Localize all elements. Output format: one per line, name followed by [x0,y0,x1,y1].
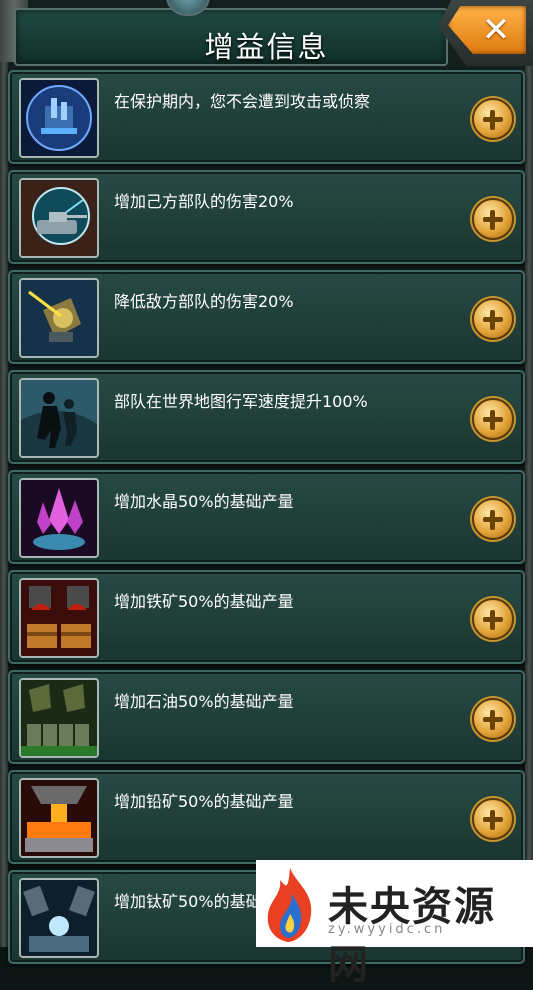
buff-description: 增加铁矿50%的基础产量 [114,592,294,611]
oil-barrels-icon [19,678,99,758]
turret-laser-icon [19,278,99,358]
crystal-icon [19,478,99,558]
buff-row: 在保护期内，您不会遭到攻击或侦察 [8,70,525,164]
add-buff-button[interactable] [472,398,514,440]
buff-row: 降低敌方部队的伤害20% [8,270,525,364]
add-buff-button[interactable] [472,698,514,740]
buff-description: 部队在世界地图行军速度提升100% [114,392,368,411]
buff-row: 增加铅矿50%的基础产量 [8,770,525,864]
add-buff-button[interactable] [472,598,514,640]
add-buff-button[interactable] [472,498,514,540]
titanium-ore-icon [19,878,99,958]
flame-logo-icon [267,868,312,942]
add-buff-button[interactable] [472,298,514,340]
watermark: 未央资源网 zy.wyyidc.cn [256,860,533,988]
left-rail [0,60,8,947]
add-buff-button[interactable] [472,198,514,240]
buff-row: 增加水晶50%的基础产量 [8,470,525,564]
close-icon[interactable]: ✕ [466,8,526,52]
buff-description: 增加石油50%的基础产量 [114,692,294,711]
buff-row: 增加石油50%的基础产量 [8,670,525,764]
buff-description: 增加铅矿50%的基础产量 [114,792,294,811]
buff-description: 增加水晶50%的基础产量 [114,492,294,511]
header-bar: 增益信息 ✕ [0,0,533,68]
buff-row: 增加己方部队的伤害20% [8,170,525,264]
buff-row: 增加铁矿50%的基础产量 [8,570,525,664]
running-soldiers-icon [19,378,99,458]
buff-description: 增加己方部队的伤害20% [114,192,294,211]
tank-radar-icon [19,178,99,258]
shield-base-icon [19,78,99,158]
add-buff-button[interactable] [472,98,514,140]
iron-ore-icon [19,578,99,658]
buff-description: 在保护期内，您不会遭到攻击或侦察 [114,92,371,111]
watermark-url: zy.wyyidc.cn [328,922,446,937]
add-buff-button[interactable] [472,798,514,840]
popup-frame: 增益信息 ✕ 在保护期内，您不会遭到攻击或侦察 增加己方部队的伤害20% 降低敌… [0,0,533,988]
right-rail [525,60,533,947]
lead-ore-icon [19,778,99,858]
buff-description: 降低敌方部队的伤害20% [114,292,294,311]
buff-row: 部队在世界地图行军速度提升100% [8,370,525,464]
